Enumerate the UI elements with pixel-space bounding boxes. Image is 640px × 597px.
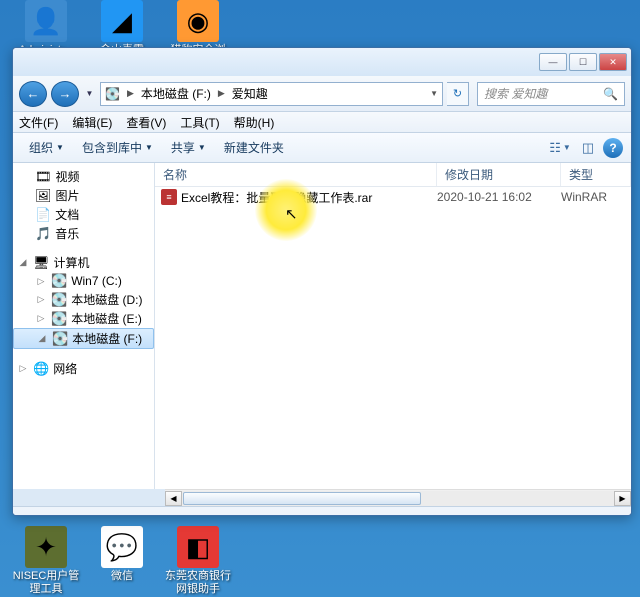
breadcrumb-folder[interactable]: 爱知趣 bbox=[232, 85, 268, 102]
network-icon: 🌐 bbox=[33, 361, 49, 377]
drive-icon: 💽 bbox=[105, 87, 120, 101]
expand-icon[interactable]: ▷ bbox=[35, 313, 47, 324]
menu-help[interactable]: 帮助(H) bbox=[234, 114, 275, 131]
maximize-button[interactable]: ☐ bbox=[569, 53, 597, 71]
tree-computer[interactable]: ◢🖥计算机 bbox=[13, 253, 154, 272]
tree-pictures[interactable]: 🖼图片 bbox=[13, 186, 154, 205]
horizontal-scrollbar[interactable]: ◀ ▶ bbox=[165, 489, 631, 506]
document-icon: 📄 bbox=[35, 207, 51, 223]
tree-documents[interactable]: 📄文档 bbox=[13, 205, 154, 224]
titlebar[interactable]: — ☐ ✕ bbox=[13, 48, 631, 76]
video-icon: 🎞 bbox=[35, 169, 52, 185]
tree-drive-f[interactable]: ◢💽本地磁盘 (F:) bbox=[13, 328, 154, 349]
toolbar: 组织▼ 包含到库中▼ 共享▼ 新建文件夹 ☷▼ ◫ ? bbox=[13, 133, 631, 163]
tree-music[interactable]: 🎵音乐 bbox=[13, 224, 154, 243]
scroll-left-button[interactable]: ◀ bbox=[165, 491, 182, 506]
chevron-right-icon: ▶ bbox=[216, 88, 227, 99]
col-name[interactable]: 名称 bbox=[155, 163, 437, 186]
chevron-down-icon: ▼ bbox=[145, 143, 153, 152]
picture-icon: 🖼 bbox=[35, 188, 52, 204]
chevron-right-icon: ▶ bbox=[125, 88, 136, 99]
browser-icon: ◉ bbox=[177, 0, 219, 42]
desktop-icon-nisec[interactable]: ✦ NISEC用户管理工具 bbox=[10, 526, 82, 596]
search-icon: 🔍 bbox=[603, 87, 618, 101]
col-modified[interactable]: 修改日期 bbox=[437, 163, 561, 186]
include-library-button[interactable]: 包含到库中▼ bbox=[74, 136, 161, 159]
search-input[interactable]: 搜索 爱知趣 🔍 bbox=[477, 82, 625, 106]
drive-icon: 💽 bbox=[52, 331, 68, 347]
explorer-window: — ☐ ✕ ← → ▼ 💽 ▶ 本地磁盘 (F:) ▶ 爱知趣 ▼ ↻ 搜索 爱… bbox=[12, 47, 632, 516]
collapse-icon[interactable]: ◢ bbox=[17, 257, 29, 268]
organize-button[interactable]: 组织▼ bbox=[21, 136, 72, 159]
status-bar: 1 个对象 bbox=[13, 506, 631, 516]
column-headers: 名称 修改日期 类型 bbox=[155, 163, 631, 187]
help-button[interactable]: ? bbox=[603, 138, 623, 158]
file-list: 名称 修改日期 类型 ≡ Excel教程：批量取消隐藏工作表.rar 2020-… bbox=[155, 163, 631, 489]
menu-tools[interactable]: 工具(T) bbox=[180, 114, 219, 131]
address-dropdown-icon[interactable]: ▼ bbox=[430, 89, 438, 98]
new-folder-button[interactable]: 新建文件夹 bbox=[216, 136, 292, 159]
close-button[interactable]: ✕ bbox=[599, 53, 627, 71]
expand-icon[interactable]: ▷ bbox=[17, 363, 29, 374]
scroll-right-button[interactable]: ▶ bbox=[614, 491, 631, 506]
refresh-button[interactable]: ↻ bbox=[447, 82, 469, 106]
tree-drive-e[interactable]: ▷💽本地磁盘 (E:) bbox=[13, 309, 154, 328]
nav-tree[interactable]: 🎞视频 🖼图片 📄文档 🎵音乐 ◢🖥计算机 ▷💽Win7 (C:) ▷💽本地磁盘… bbox=[13, 163, 155, 489]
share-button[interactable]: 共享▼ bbox=[163, 136, 214, 159]
col-type[interactable]: 类型 bbox=[561, 163, 631, 186]
chevron-down-icon: ▼ bbox=[56, 143, 64, 152]
nav-bar: ← → ▼ 💽 ▶ 本地磁盘 (F:) ▶ 爱知趣 ▼ ↻ 搜索 爱知趣 🔍 bbox=[13, 76, 631, 112]
tree-drive-d[interactable]: ▷💽本地磁盘 (D:) bbox=[13, 290, 154, 309]
shield-icon: ◢ bbox=[101, 0, 143, 42]
menu-file[interactable]: 文件(F) bbox=[19, 114, 58, 131]
file-name: Excel教程：批量取消隐藏工作表.rar bbox=[181, 189, 437, 206]
folder-icon bbox=[23, 516, 65, 517]
user-icon: 👤 bbox=[25, 0, 67, 42]
menu-view[interactable]: 查看(V) bbox=[126, 114, 166, 131]
back-button[interactable]: ← bbox=[19, 81, 47, 107]
drive-icon: 💽 bbox=[51, 292, 67, 308]
file-row[interactable]: ≡ Excel教程：批量取消隐藏工作表.rar 2020-10-21 16:02… bbox=[155, 187, 631, 207]
menu-bar: 文件(F) 编辑(E) 查看(V) 工具(T) 帮助(H) bbox=[13, 112, 631, 133]
drive-icon: 💽 bbox=[51, 273, 67, 289]
view-mode-button[interactable]: ☷▼ bbox=[547, 140, 573, 156]
bank-icon: ◧ bbox=[177, 526, 219, 568]
chevron-down-icon: ▼ bbox=[198, 143, 206, 152]
collapse-icon[interactable]: ◢ bbox=[36, 333, 48, 344]
preview-pane-button[interactable]: ◫ bbox=[575, 140, 601, 156]
forward-button[interactable]: → bbox=[51, 81, 79, 107]
scroll-thumb[interactable] bbox=[183, 492, 421, 505]
rar-icon: ≡ bbox=[161, 189, 177, 205]
tree-network[interactable]: ▷🌐网络 bbox=[13, 359, 154, 378]
tree-videos[interactable]: 🎞视频 bbox=[13, 167, 154, 186]
minimize-button[interactable]: — bbox=[539, 53, 567, 71]
file-type: WinRAR bbox=[561, 190, 607, 204]
desktop-icon-bank[interactable]: ◧ 东莞农商银行网银助手 bbox=[162, 526, 234, 596]
history-dropdown-icon[interactable]: ▼ bbox=[83, 81, 96, 107]
computer-icon: 🖥 bbox=[33, 255, 50, 271]
music-icon: 🎵 bbox=[35, 226, 51, 242]
expand-icon[interactable]: ▷ bbox=[35, 276, 47, 287]
menu-edit[interactable]: 编辑(E) bbox=[72, 114, 112, 131]
tool-icon: ✦ bbox=[25, 526, 67, 568]
wechat-icon: 💬 bbox=[101, 526, 143, 568]
file-modified: 2020-10-21 16:02 bbox=[437, 190, 561, 204]
desktop-icon-wechat[interactable]: 💬 微信 bbox=[86, 526, 158, 583]
address-bar[interactable]: 💽 ▶ 本地磁盘 (F:) ▶ 爱知趣 ▼ bbox=[100, 82, 443, 106]
breadcrumb-drive[interactable]: 本地磁盘 (F:) bbox=[141, 85, 211, 102]
drive-icon: 💽 bbox=[51, 311, 67, 327]
expand-icon[interactable]: ▷ bbox=[35, 294, 47, 305]
tree-drive-c[interactable]: ▷💽Win7 (C:) bbox=[13, 272, 154, 290]
cursor-icon: ↖ bbox=[285, 205, 298, 223]
